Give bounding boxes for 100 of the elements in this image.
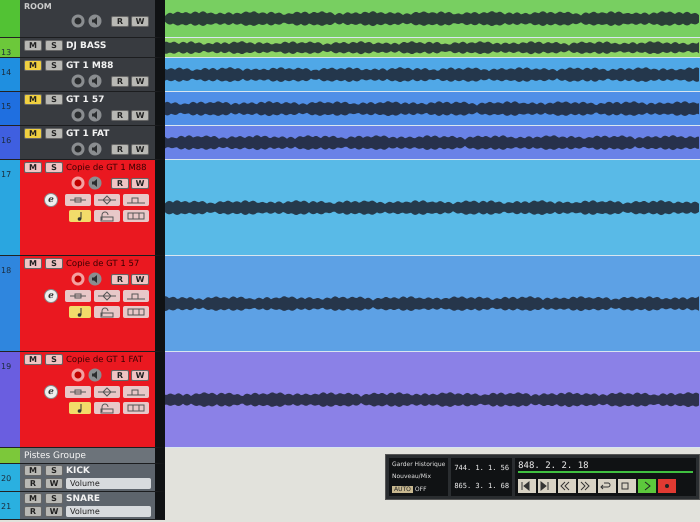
speaker-icon[interactable] xyxy=(88,74,102,88)
track-header[interactable]: M S GT 1 57 R W xyxy=(20,92,165,126)
track-name: Copie de GT 1 M88 xyxy=(66,162,147,172)
speaker-icon[interactable] xyxy=(88,14,102,28)
send-icon[interactable] xyxy=(123,194,149,206)
track-number: 15 xyxy=(1,102,12,111)
lanes-icon[interactable] xyxy=(123,306,149,318)
read-automation-button[interactable]: R xyxy=(111,370,129,380)
track-name: DJ BASS xyxy=(66,40,106,50)
eq-icon[interactable] xyxy=(94,290,120,302)
read-automation-button[interactable]: R xyxy=(111,110,129,120)
eq-icon[interactable] xyxy=(94,386,120,398)
edit-button[interactable]: e xyxy=(44,385,58,399)
record-icon[interactable] xyxy=(658,478,676,493)
go-to-start-icon[interactable] xyxy=(518,478,536,493)
fast-forward-icon[interactable] xyxy=(578,478,596,493)
insert-icon[interactable] xyxy=(65,386,91,398)
read-automation-button[interactable]: R xyxy=(111,178,129,188)
lock-icon[interactable] xyxy=(94,402,120,414)
stop-icon[interactable] xyxy=(618,478,636,493)
read-automation-button[interactable]: R xyxy=(111,274,129,284)
write-automation-button[interactable]: W xyxy=(131,16,149,26)
solo-button[interactable]: S xyxy=(45,465,63,476)
mute-button[interactable]: M xyxy=(24,354,42,365)
write-automation-button[interactable]: W xyxy=(131,370,149,380)
play-icon[interactable] xyxy=(638,478,656,493)
record-enable-icon[interactable] xyxy=(71,142,85,156)
track-header[interactable]: ROOM R W xyxy=(20,0,165,38)
note-icon[interactable] xyxy=(69,306,91,318)
folder-name: Pistes Groupe xyxy=(24,450,86,460)
read-automation-button[interactable]: R xyxy=(111,76,129,86)
record-enable-icon[interactable] xyxy=(71,272,85,286)
record-enable-icon[interactable] xyxy=(71,108,85,122)
track-header[interactable]: M S Copie de GT 1 M88 R W e xyxy=(20,160,165,256)
write-automation-button[interactable]: W xyxy=(131,274,149,284)
record-enable-icon[interactable] xyxy=(71,14,85,28)
write-automation-button[interactable]: W xyxy=(131,178,149,188)
track-name: Copie de GT 1 FAT xyxy=(66,354,143,364)
write-automation-button[interactable]: W xyxy=(131,76,149,86)
track-number: 18 xyxy=(1,266,12,275)
mute-button[interactable]: M xyxy=(24,94,42,105)
solo-button[interactable]: S xyxy=(45,354,63,365)
mute-button[interactable]: M xyxy=(24,40,42,51)
track-number: 19 xyxy=(1,362,12,371)
send-icon[interactable] xyxy=(123,290,149,302)
write-automation-button[interactable]: W xyxy=(131,110,149,120)
edit-button[interactable]: e xyxy=(44,289,58,303)
speaker-icon[interactable] xyxy=(88,142,102,156)
write-automation-button[interactable]: W xyxy=(45,478,63,489)
lanes-icon[interactable] xyxy=(123,402,149,414)
track-header[interactable]: M S SNARE R W Volume xyxy=(20,492,165,520)
track-header[interactable]: M S DJ BASS xyxy=(20,38,165,58)
mute-button[interactable]: M xyxy=(24,258,42,269)
read-automation-button[interactable]: R xyxy=(24,478,42,489)
mute-button[interactable]: M xyxy=(24,128,42,139)
track-number: 14 xyxy=(1,68,12,77)
read-automation-button[interactable]: R xyxy=(24,506,42,517)
rewind-icon[interactable] xyxy=(558,478,576,493)
mute-button[interactable]: M xyxy=(24,162,42,173)
send-icon[interactable] xyxy=(123,386,149,398)
record-enable-icon[interactable] xyxy=(71,74,85,88)
speaker-icon[interactable] xyxy=(88,272,102,286)
mute-button[interactable]: M xyxy=(24,493,42,504)
cycle-icon[interactable] xyxy=(598,478,616,493)
solo-button[interactable]: S xyxy=(45,493,63,504)
track-header[interactable]: M S Copie de GT 1 57 R W e xyxy=(20,256,165,352)
note-icon[interactable] xyxy=(69,402,91,414)
track-header[interactable]: M S Copie de GT 1 FAT R W e xyxy=(20,352,165,448)
read-automation-button[interactable]: R xyxy=(111,16,129,26)
record-enable-icon[interactable] xyxy=(71,368,85,382)
solo-button[interactable]: S xyxy=(45,60,63,71)
solo-button[interactable]: S xyxy=(45,40,63,51)
write-automation-button[interactable]: W xyxy=(131,144,149,154)
track-header[interactable]: M S GT 1 M88 R W xyxy=(20,58,165,92)
lock-icon[interactable] xyxy=(94,306,120,318)
write-automation-button[interactable]: W xyxy=(45,506,63,517)
track-header[interactable]: Pistes Groupe xyxy=(20,448,165,464)
insert-icon[interactable] xyxy=(65,194,91,206)
automation-parameter-field[interactable]: Volume xyxy=(66,506,151,517)
solo-button[interactable]: S xyxy=(45,258,63,269)
speaker-icon[interactable] xyxy=(88,108,102,122)
track-header[interactable]: M S GT 1 FAT R W xyxy=(20,126,165,160)
note-icon[interactable] xyxy=(69,210,91,222)
speaker-icon[interactable] xyxy=(88,368,102,382)
go-to-end-icon[interactable] xyxy=(538,478,556,493)
automation-parameter-field[interactable]: Volume xyxy=(66,478,151,489)
eq-icon[interactable] xyxy=(94,194,120,206)
mute-button[interactable]: M xyxy=(24,60,42,71)
solo-button[interactable]: S xyxy=(45,128,63,139)
solo-button[interactable]: S xyxy=(45,162,63,173)
edit-button[interactable]: e xyxy=(44,193,58,207)
read-automation-button[interactable]: R xyxy=(111,144,129,154)
insert-icon[interactable] xyxy=(65,290,91,302)
track-header[interactable]: M S KICK R W Volume xyxy=(20,464,165,492)
lock-icon[interactable] xyxy=(94,210,120,222)
mute-button[interactable]: M xyxy=(24,465,42,476)
lanes-icon[interactable] xyxy=(123,210,149,222)
speaker-icon[interactable] xyxy=(88,176,102,190)
solo-button[interactable]: S xyxy=(45,94,63,105)
record-enable-icon[interactable] xyxy=(71,176,85,190)
